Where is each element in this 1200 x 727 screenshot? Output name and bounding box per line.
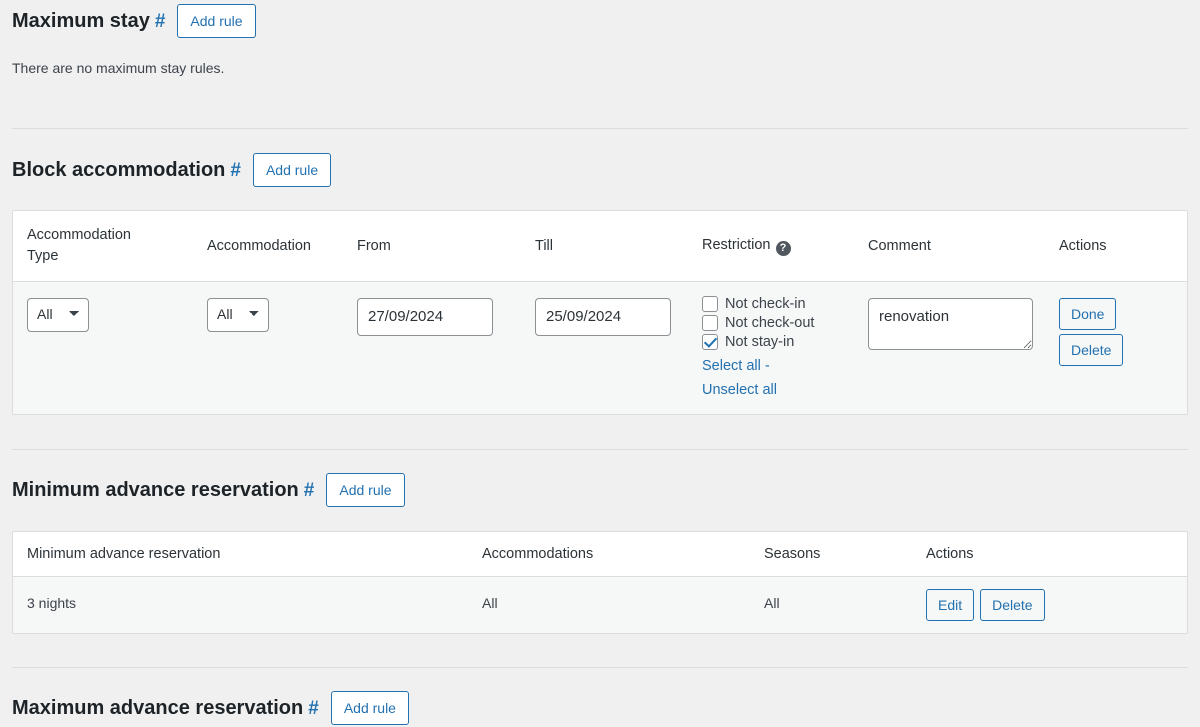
add-rule-button-maximum-advance[interactable]: Add rule: [330, 691, 409, 726]
block-accommodation-table-body: All All 27/09/2024 25/09/2024 Not check-…: [13, 281, 1187, 415]
section-divider-1: [12, 128, 1188, 129]
add-rule-button-maximum-stay[interactable]: Add rule: [177, 4, 256, 38]
block-accommodation-table-head: Accommodation Type Accommodation From Ti…: [13, 211, 1187, 283]
help-icon[interactable]: ?: [775, 240, 791, 256]
page-title-maximum-stay: Maximum stay #: [12, 8, 165, 35]
page-title-minimum-advance-reservation: Minimum advance reservation #: [12, 477, 314, 504]
minimum-advance-title-text: Minimum advance reservation: [12, 479, 299, 502]
section-minimum-advance-header: Minimum advance reservation # Add rule: [12, 471, 1188, 509]
column-header-till: Till: [521, 211, 688, 283]
cell-from: [343, 281, 521, 415]
restriction-not-check-in[interactable]: Not check-in: [702, 296, 842, 313]
table-row: All All 27/09/2024 25/09/2024 Not check-…: [13, 281, 1187, 415]
maximum-advance-title-text: Maximum advance reservation: [12, 697, 304, 720]
restriction-not-stay-in[interactable]: Not stay-in: [702, 334, 842, 351]
anchor-link-maximum-stay[interactable]: #: [155, 11, 166, 32]
page-title-maximum-advance-reservation: Maximum advance reservation #: [12, 695, 319, 722]
section-divider-3: [12, 667, 1188, 669]
minimum-advance-table-body: 3 nights All All Edit Delete: [13, 576, 1187, 634]
not-check-in-checkbox[interactable]: [702, 296, 718, 313]
not-stay-in-checkbox[interactable]: [702, 334, 718, 351]
accommodation-select[interactable]: All: [207, 298, 269, 332]
table-header-row: Accommodation Type Accommodation From Ti…: [13, 211, 1187, 283]
maximum-stay-empty-message: There are no maximum stay rules.: [12, 60, 225, 76]
section-maximum-stay-header: Maximum stay # Add rule: [12, 0, 1188, 38]
cell-actions: Done Delete: [1045, 281, 1187, 415]
not-check-out-label: Not check-out: [725, 315, 815, 332]
edit-button[interactable]: Edit: [926, 589, 975, 622]
block-accommodation-title-text: Block accommodation: [12, 158, 226, 181]
column-header-actions: Actions: [1045, 211, 1187, 283]
done-button[interactable]: Done: [1059, 298, 1117, 331]
anchor-link-minimum-advance[interactable]: #: [304, 480, 315, 501]
accommodation-type-header-line1: Accommodation: [27, 227, 131, 243]
column-header-accommodation: Accommodation: [193, 211, 343, 283]
section-maximum-advance-header: Maximum advance reservation # Add rule: [12, 689, 1188, 727]
delete-button[interactable]: Delete: [1059, 334, 1124, 367]
not-check-out-checkbox[interactable]: [702, 315, 718, 332]
column-header-actions: Actions: [912, 532, 1187, 578]
cell-accommodation-type: All: [13, 281, 193, 415]
column-header-seasons: Seasons: [750, 532, 912, 578]
select-links-group: Select all - Unselect all: [702, 354, 842, 402]
cell-comment: renovation: [854, 281, 1045, 415]
not-stay-in-label: Not stay-in: [725, 334, 795, 351]
minimum-advance-table: Minimum advance reservation Accommodatio…: [13, 532, 1187, 634]
minimum-advance-table-head: Minimum advance reservation Accommodatio…: [13, 532, 1187, 578]
column-header-accommodation-type: Accommodation Type: [13, 211, 193, 283]
restriction-header-text: Restriction: [702, 236, 771, 253]
add-rule-button-block-accommodation[interactable]: Add rule: [252, 153, 332, 187]
maximum-stay-title-text: Maximum stay: [12, 9, 150, 32]
restriction-not-check-out[interactable]: Not check-out: [702, 315, 842, 332]
rules-page: Maximum stay # Add rule There are no maxi…: [0, 0, 1200, 727]
from-date-input[interactable]: [357, 298, 493, 336]
till-date-input[interactable]: [535, 298, 671, 336]
block-accommodation-table: Accommodation Type Accommodation From Ti…: [13, 211, 1187, 415]
cell-minimum-advance-value: 3 nights: [13, 576, 468, 634]
section-divider-2: [12, 449, 1188, 451]
column-header-comment: Comment: [854, 211, 1045, 283]
table-row: 3 nights All All Edit Delete: [13, 576, 1187, 634]
cell-seasons: All: [750, 576, 912, 634]
select-all-link[interactable]: Select all -: [702, 358, 770, 374]
accommodation-type-header-line2: Type: [27, 248, 59, 265]
restriction-checkbox-list: Not check-in Not check-out Not stay-in S…: [702, 296, 842, 402]
unselect-all-link[interactable]: Unselect all: [702, 382, 777, 398]
row-actions: Edit Delete: [926, 589, 1045, 622]
cell-accommodation: All: [193, 281, 343, 415]
column-header-restriction: Restriction?: [688, 211, 854, 283]
column-header-minimum-advance-reservation: Minimum advance reservation: [13, 532, 468, 578]
accommodation-type-select[interactable]: All: [27, 298, 89, 332]
cell-actions: Edit Delete: [912, 576, 1187, 634]
column-header-accommodations: Accommodations: [468, 532, 750, 578]
row-actions: Done Delete: [1059, 298, 1124, 367]
comment-textarea[interactable]: renovation: [868, 298, 1033, 351]
minimum-advance-table-wrapper: Minimum advance reservation Accommodatio…: [12, 531, 1188, 635]
column-header-from: From: [343, 211, 521, 283]
cell-till: [521, 281, 688, 415]
anchor-link-maximum-advance[interactable]: #: [308, 698, 319, 719]
anchor-link-block-accommodation[interactable]: #: [230, 160, 241, 181]
page-title-block-accommodation: Block accommodation #: [12, 157, 241, 184]
table-header-row: Minimum advance reservation Accommodatio…: [13, 532, 1187, 578]
cell-restriction: Not check-in Not check-out Not stay-in S…: [688, 281, 854, 415]
delete-button[interactable]: Delete: [980, 589, 1045, 622]
add-rule-button-minimum-advance[interactable]: Add rule: [326, 473, 405, 508]
not-check-in-label: Not check-in: [725, 296, 806, 313]
block-accommodation-table-wrapper: Accommodation Type Accommodation From Ti…: [12, 210, 1188, 416]
cell-accommodations: All: [468, 576, 750, 634]
section-block-accommodation-header: Block accommodation # Add rule: [12, 151, 1188, 189]
